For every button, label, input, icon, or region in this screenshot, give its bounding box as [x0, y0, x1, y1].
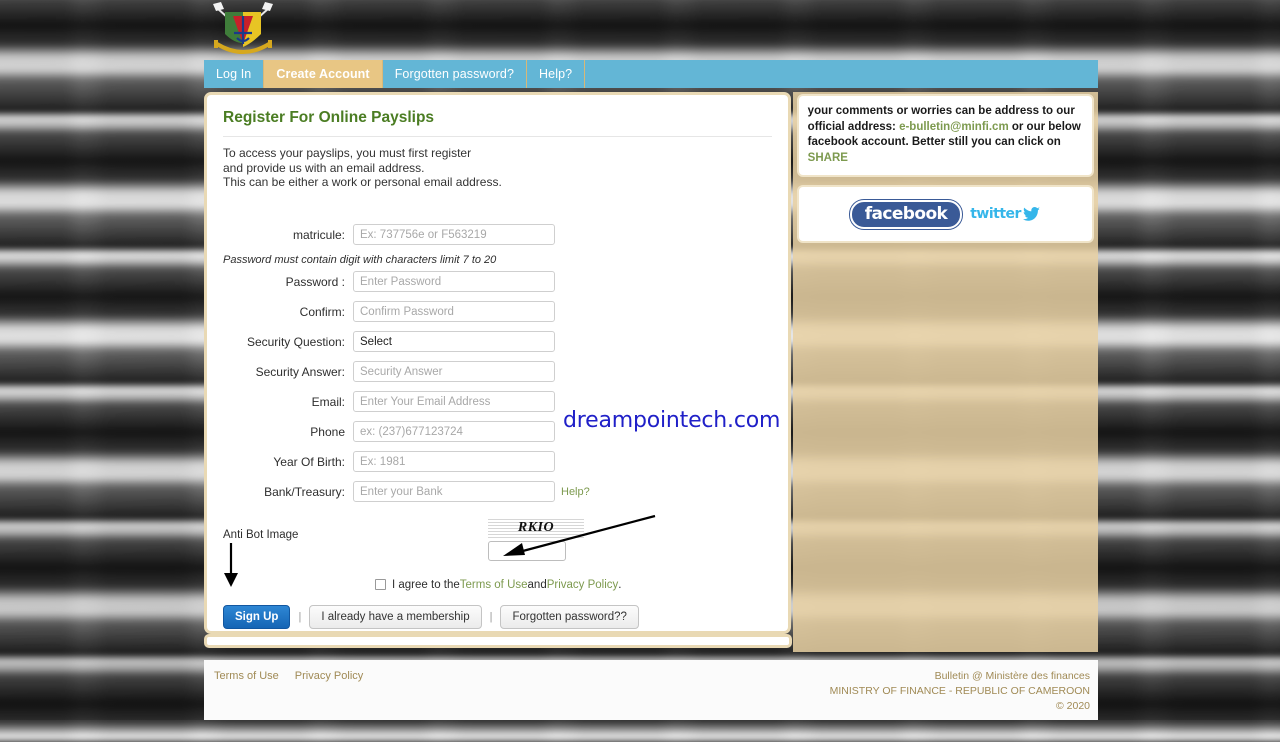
confirm-label: Confirm: — [299, 304, 345, 319]
card-bottom-strip — [204, 634, 792, 648]
twitter-button[interactable]: twitter — [970, 206, 1041, 222]
button-separator-2: | — [489, 610, 493, 623]
row-security-question: Security Question: Select — [223, 331, 772, 353]
email-label: Email: — [311, 394, 345, 409]
registration-card: Register For Online Payslips To access y… — [204, 92, 791, 634]
password-label: Password : — [285, 274, 345, 289]
row-confirm: Confirm: — [223, 301, 772, 323]
tab-help[interactable]: Help? — [527, 60, 586, 88]
footer-line-2: MINISTRY OF FINANCE - REPUBLIC OF CAMERO… — [829, 685, 1090, 697]
password-input[interactable] — [353, 271, 555, 292]
matricule-label: matricule: — [292, 227, 345, 242]
sidebar-share-link[interactable]: SHARE — [808, 152, 848, 164]
security-question-label: Security Question: — [246, 334, 345, 349]
security-answer-input[interactable] — [353, 361, 555, 382]
bank-treasury-input[interactable] — [353, 481, 555, 502]
matricule-input[interactable] — [353, 224, 555, 245]
tab-forgotten-password[interactable]: Forgotten password? — [383, 60, 528, 88]
year-of-birth-label: Year Of Birth: — [273, 454, 345, 469]
registration-form: matricule: Password must contain digit w… — [223, 224, 772, 629]
year-of-birth-input[interactable] — [353, 451, 555, 472]
footer-line-3: © 2020 — [1055, 700, 1090, 712]
terms-prefix-text: I agree to the — [392, 578, 460, 591]
sidebar-social-card: facebook twitter — [796, 185, 1094, 243]
password-hint: Password must contain digit with charact… — [223, 253, 497, 266]
confirm-password-input[interactable] — [353, 301, 555, 322]
forgotten-password-button[interactable]: Forgotten password?? — [500, 604, 639, 629]
form-actions: Sign Up | I already have a membership | … — [223, 604, 772, 629]
row-email: Email: — [223, 391, 772, 413]
security-question-select[interactable]: Select — [353, 331, 555, 352]
anti-bot-section: Anti Bot Image RKIO — [223, 514, 772, 567]
phone-label: Phone — [310, 424, 345, 439]
facebook-button[interactable]: facebook — [849, 199, 963, 229]
row-bank-treasury: Bank/Treasury: Help? — [223, 481, 772, 503]
intro-line-1: To access your payslips, you must first … — [223, 146, 472, 160]
row-matricule: matricule: — [223, 224, 772, 246]
footer-privacy-policy-link[interactable]: Privacy Policy — [295, 670, 363, 682]
row-year-of-birth: Year Of Birth: — [223, 451, 772, 473]
bank-treasury-label: Bank/Treasury: — [264, 484, 345, 499]
terms-middle-text: and — [527, 578, 547, 591]
button-separator-1: | — [298, 610, 302, 623]
terms-checkbox[interactable] — [375, 579, 386, 590]
sidebar-contact-card: your comments or worries can be address … — [796, 94, 1094, 177]
footer-terms-of-use-link[interactable]: Terms of Use — [214, 670, 279, 682]
row-password: Password : — [223, 271, 772, 293]
bank-help-link[interactable]: Help? — [561, 486, 590, 498]
main-nav-tabs[interactable]: Log In Create Account Forgotten password… — [204, 60, 1098, 88]
security-answer-label: Security Answer: — [255, 364, 345, 379]
terms-agreement-row: I agree to the Terms of Use and Privacy … — [223, 579, 772, 591]
tab-log-in[interactable]: Log In — [204, 60, 265, 88]
twitter-label: twitter — [970, 206, 1021, 222]
row-phone: Phone — [223, 421, 772, 443]
row-security-answer: Security Answer: — [223, 361, 772, 383]
anti-bot-label: Anti Bot Image — [223, 528, 299, 541]
captcha-wrapper: RKIO — [488, 518, 584, 561]
captcha-image: RKIO — [488, 518, 584, 538]
twitter-bird-icon — [1022, 207, 1040, 221]
intro-text: To access your payslips, you must first … — [223, 146, 772, 190]
footer-links: Terms of Use Privacy Policy — [214, 670, 363, 682]
footer-credits: Bulletin @ Ministère des finances MINIST… — [830, 669, 1090, 714]
content-shell: Register For Online Payslips To access y… — [204, 92, 1098, 652]
tab-create-account[interactable]: Create Account — [264, 60, 383, 88]
nav-filler — [585, 60, 1098, 88]
page-container: Log In Create Account Forgotten password… — [200, 0, 1098, 720]
sidebar-contact-text: your comments or worries can be address … — [808, 104, 1083, 166]
page-footer: Terms of Use Privacy Policy Bulletin @ M… — [204, 660, 1098, 720]
phone-input[interactable] — [353, 421, 555, 442]
terms-of-use-link[interactable]: Terms of Use — [460, 579, 528, 591]
sidebar-email-link[interactable]: e-bulletin@minfi.cm — [899, 121, 1009, 133]
sign-up-button[interactable]: Sign Up — [223, 604, 291, 629]
cameroon-coat-of-arms-logo — [207, 0, 279, 60]
right-sidebar: your comments or worries can be address … — [792, 92, 1098, 652]
email-input[interactable] — [353, 391, 555, 412]
intro-line-2: and provide us with an email address. — [223, 160, 425, 175]
page-title: Register For Online Payslips — [223, 109, 772, 137]
privacy-policy-link[interactable]: Privacy Policy — [547, 579, 619, 591]
footer-line-1: Bulletin @ Ministère des finances — [934, 670, 1090, 682]
intro-line-3: This can be either a work or personal em… — [223, 175, 502, 189]
captcha-input[interactable] — [488, 540, 566, 561]
already-member-button[interactable]: I already have a membership — [309, 604, 482, 629]
terms-suffix-text: . — [618, 578, 622, 591]
